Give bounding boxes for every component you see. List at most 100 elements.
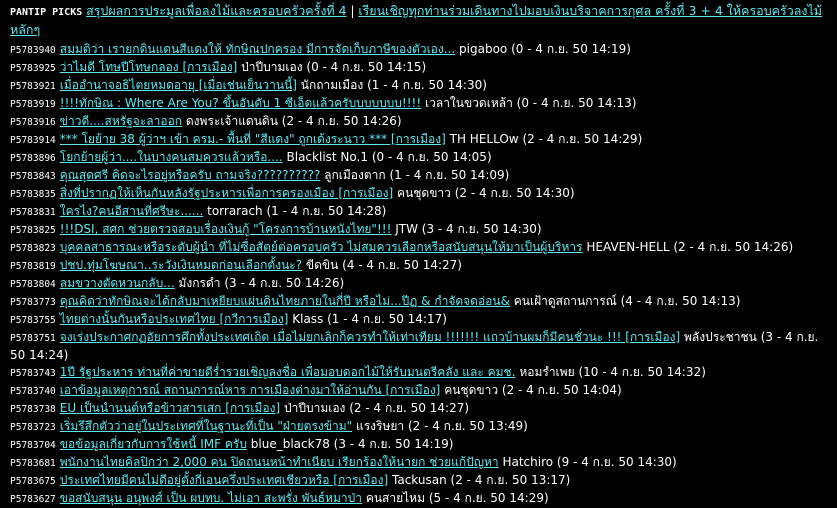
topic-title-link[interactable]: คุณคิดว่าทักษิณจะได้กลับมาเหยียบแผ่นดินไ…	[60, 294, 510, 308]
topic-id: P5783804	[10, 279, 56, 290]
topic-title-link[interactable]: เมื่ออำนาจอธิไตยหมดอายุ [เมื่อเช่นเย็นวา…	[60, 78, 297, 92]
topic-author: TH HELLOw	[449, 132, 519, 146]
topic-id: P5783940	[10, 45, 56, 56]
topic-title-link[interactable]: สิ่งที่ปรากฏให้เห็นกันหลังรัฐประหารเพื่อ…	[60, 186, 393, 200]
topic-title-link[interactable]: สมมติว่า เรายกดินแดนสีแดงให้ ทักษิณปกครอ…	[60, 42, 455, 56]
topic-row: P5783914 *** โยย้าย 38 ผู้ว่าฯ เข้า ครม.-…	[10, 131, 827, 149]
topic-reply-count-and-time: (3 - 4 ก.ย. 50 14:30)	[421, 222, 542, 236]
topic-title-link[interactable]: ขอสนับสนุน อนุพงศ์ เป็น ผบทบ. ไม่เอา สะพ…	[60, 491, 362, 505]
topic-id: P5783751	[10, 333, 56, 344]
topic-title-link[interactable]: ว่าไมดี โทษปีโทษกลอง [การเมือง]	[60, 60, 238, 74]
topic-author: ลูกเมืองตาก	[324, 168, 386, 182]
topic-title-link[interactable]: ข่าวดี....สหรัฐจะลาออก	[60, 114, 182, 128]
topic-title-link[interactable]: EU เป็นนำนนต์หรือข้าวสารเสก [การเมือง]	[60, 401, 280, 415]
topic-row: P5783723 เริ่มรึสึกตัวว่าอยู่ในประเทศที่ใ…	[10, 418, 827, 436]
topic-author: เวลาในขวดเหล้า	[425, 96, 513, 110]
topic-reply-count-and-time: (3 - 4 ก.ย. 50 14:26)	[224, 276, 345, 290]
topic-row: P5783831 ใครไง?คนอีสานที่ศรีษะ...... torr…	[10, 203, 827, 221]
topic-title-link[interactable]: 1ปี รัฐประหาร ท่านที่ค่าขายดีร่ำรวยเชิญล…	[60, 365, 516, 379]
topic-title-link[interactable]: บุคคลสาธารณะหรือระดับผู้นำ ที่ไม่ซื่อสัต…	[60, 240, 583, 254]
topic-row: P5783743 1ปี รัฐประหาร ท่านที่ค่าขายดีร่ำ…	[10, 364, 827, 382]
topic-title-link[interactable]: ขอข้อมูลเกี่ยวกับการใช้หนี้ IMF ครับ	[60, 437, 247, 451]
topic-title-link[interactable]: !!!!ทักษิณ : Where Are You? ขึ้นอันดับ 1…	[60, 96, 421, 110]
topic-title-link[interactable]: ประเทศไทยมีคนไม่ดีอยู่ตั้งกี่เอนครึ่งประ…	[60, 473, 388, 487]
topic-title-link[interactable]: จงเร่งประกาศกฏอัยการศึกทั้งประเทศเถิด เม…	[60, 330, 680, 344]
topic-reply-count-and-time: (1 - 4 ก.ย. 50 14:28)	[266, 204, 387, 218]
topic-id: P5783914	[10, 135, 56, 146]
topic-id: P5783825	[10, 225, 56, 236]
topic-reply-count-and-time: (4 - 4 ก.ย. 50 14:27)	[342, 258, 462, 272]
topic-author: Klass	[292, 312, 324, 326]
topic-author: torrarach	[207, 204, 263, 218]
topic-id: P5783738	[10, 404, 56, 415]
topic-reply-count-and-time: (2 - 4 ก.ย. 50 14:30)	[454, 186, 575, 200]
topic-row: P5783835 สิ่งที่ปรากฏให้เห็นกันหลังรัฐประ…	[10, 185, 827, 203]
topic-row: P5783896 โยกย้ายผู้ว่า....ในบางคนสมควรแล้…	[10, 149, 827, 167]
topic-author: ป่าปีบามเอง	[283, 401, 346, 415]
topic-author: คนชุดขาว	[444, 383, 499, 397]
topic-reply-count-and-time: (2 - 4 ก.ย. 50 14:26)	[673, 240, 794, 254]
topic-author: พลังประชาชน	[684, 330, 757, 344]
topic-title-link[interactable]: โยกย้ายผู้ว่า....ในบางคนสมควรแล้วหรือ...…	[60, 150, 283, 164]
topic-title-link[interactable]: ใครไง?คนอีสานที่ศรีษะ......	[60, 204, 204, 218]
topic-row: P5783823 บุคคลสาธารณะหรือระดับผู้นำ ที่ไม…	[10, 239, 827, 257]
topic-list: P5783940 สมมติว่า เรายกดินแดนสีแดงให้ ทัก…	[10, 41, 827, 508]
topic-reply-count-and-time: (1 - 4 ก.ย. 50 14:09)	[389, 168, 510, 182]
topic-row: P5783681 พนักงานไทยคิลปิกว่า 2,000 คน ปิด…	[10, 454, 827, 472]
topic-id: P5783755	[10, 315, 56, 326]
topic-id: P5783704	[10, 440, 56, 451]
topic-row: P5783921 เมื่ออำนาจอธิไตยหมดอายุ [เมื่อเช…	[10, 77, 827, 95]
topic-id: P5783921	[10, 81, 56, 92]
topic-id: P5783740	[10, 386, 56, 397]
topic-row: P5783755 ไทยต่างนั้นกันหรือประเทศไทย [กวี…	[10, 311, 827, 329]
topic-reply-count-and-time: (4 - 4 ก.ย. 50 14:13)	[620, 294, 741, 308]
topic-author: JTW	[395, 222, 418, 236]
topic-reply-count-and-time: (2 - 4 ก.ย. 50 14:04)	[501, 383, 622, 397]
topic-id: P5783919	[10, 99, 56, 110]
topic-author: ขีดขิน	[305, 258, 339, 272]
topic-reply-count-and-time: (2 - 4 ก.ย. 50 14:27)	[349, 401, 470, 415]
topic-title-link[interactable]: พนักงานไทยคิลปิกว่า 2,000 คน ปิดถนนหน้าท…	[60, 455, 499, 469]
topic-row: P5783819 ปชป.ทุ่มโฆษณา..ระวังเงินหมดก่อนเ…	[10, 257, 827, 275]
topic-reply-count-and-time: (9 - 4 ก.ย. 50 14:30)	[556, 455, 677, 469]
picks-link-auction[interactable]: สรุปผลการประมูลเพื่อลงไม้และครอบครัวครั้…	[86, 3, 347, 18]
header-separator: |	[350, 4, 355, 18]
topic-id: P5783773	[10, 297, 56, 308]
topic-reply-count-and-time: (0 - 4 ก.ย. 50 14:13)	[516, 96, 637, 110]
pantip-picks-label: PANTIP PICKS	[10, 7, 83, 18]
topic-reply-count-and-time: (0 - 4 ก.ย. 50 14:15)	[306, 60, 427, 74]
topic-id: P5783896	[10, 153, 56, 164]
topic-title-link[interactable]: ไทยต่างนั้นกันหรือประเทศไทย [กวีการเมือง…	[60, 312, 289, 326]
topic-id: P5783843	[10, 171, 56, 182]
topic-author: แรงริษยา	[355, 419, 405, 433]
topic-id: P5783831	[10, 207, 56, 218]
topic-title-link[interactable]: *** โยย้าย 38 ผู้ว่าฯ เข้า ครม.- พื้นที่…	[60, 132, 446, 146]
topic-reply-count-and-time: (0 - 4 ก.ย. 50 14:05)	[371, 150, 492, 164]
topic-row: P5783804 ลมขวางตัดหวนกลับ... มังกรดำ (3 -…	[10, 275, 827, 293]
topic-author: นักถามเมือง	[300, 78, 364, 92]
topic-author: Hatchiro	[502, 455, 554, 469]
topic-title-link[interactable]: !!!DSI, สศก ช่วยตรวจสอบเรื่องเงินกู้ "โค…	[60, 222, 392, 236]
topic-reply-count-and-time: (5 - 4 ก.ย. 50 14:29)	[428, 491, 549, 505]
topic-title-link[interactable]: ปชป.ทุ่มโฆษณา..ระวังเงินหมดก่อนเลือกตั้ง…	[60, 258, 302, 272]
topic-id: P5783681	[10, 458, 56, 469]
topic-author: คนสายไหม	[365, 491, 425, 505]
topic-row: P5783704 ขอข้อมูลเกี่ยวกับการใช้หนี้ IMF …	[10, 436, 827, 454]
topic-row: P5783919 !!!!ทักษิณ : Where Are You? ขึ้น…	[10, 95, 827, 113]
topic-row: P5783916 ข่าวดี....สหรัฐจะลาออก ดงพระเจ้า…	[10, 113, 827, 131]
topic-title-link[interactable]: คุณสุดศรี คิดจะไรอยู่หรือครับ ถามจริง???…	[60, 168, 321, 182]
topic-reply-count-and-time: (3 - 4 ก.ย. 50 14:19)	[333, 437, 454, 451]
topic-author: มังกรดำ	[178, 276, 221, 290]
topic-row: P5783740 เอาข้อมูลเหตุการณ์ สถานการณ์หาร …	[10, 382, 827, 400]
topic-author: คนชุดขาว	[397, 186, 451, 200]
topic-title-link[interactable]: เริ่มรึสึกตัวว่าอยู่ในประเทศที่ในฐานะที่…	[60, 419, 352, 433]
topic-title-link[interactable]: ลมขวางตัดหวนกลับ...	[60, 276, 175, 290]
topic-reply-count-and-time: (0 - 4 ก.ย. 50 14:19)	[511, 42, 631, 56]
pantip-picks-header: PANTIP PICKS สรุปผลการประมูลเพื่อลงไม้แล…	[10, 2, 827, 39]
topic-author: Tackusan	[392, 473, 447, 487]
topic-title-link[interactable]: เอาข้อมูลเหตุการณ์ สถานการณ์หาร การเมือง…	[60, 383, 441, 397]
topic-reply-count-and-time: (2 - 4 ก.ย. 50 13:17)	[450, 473, 571, 487]
topic-reply-count-and-time: (1 - 4 ก.ย. 50 14:17)	[327, 312, 447, 326]
topic-author: pigaboo	[459, 42, 508, 56]
topic-row: P5783627 ขอสนับสนุน อนุพงศ์ เป็น ผบทบ. ไม…	[10, 490, 827, 508]
